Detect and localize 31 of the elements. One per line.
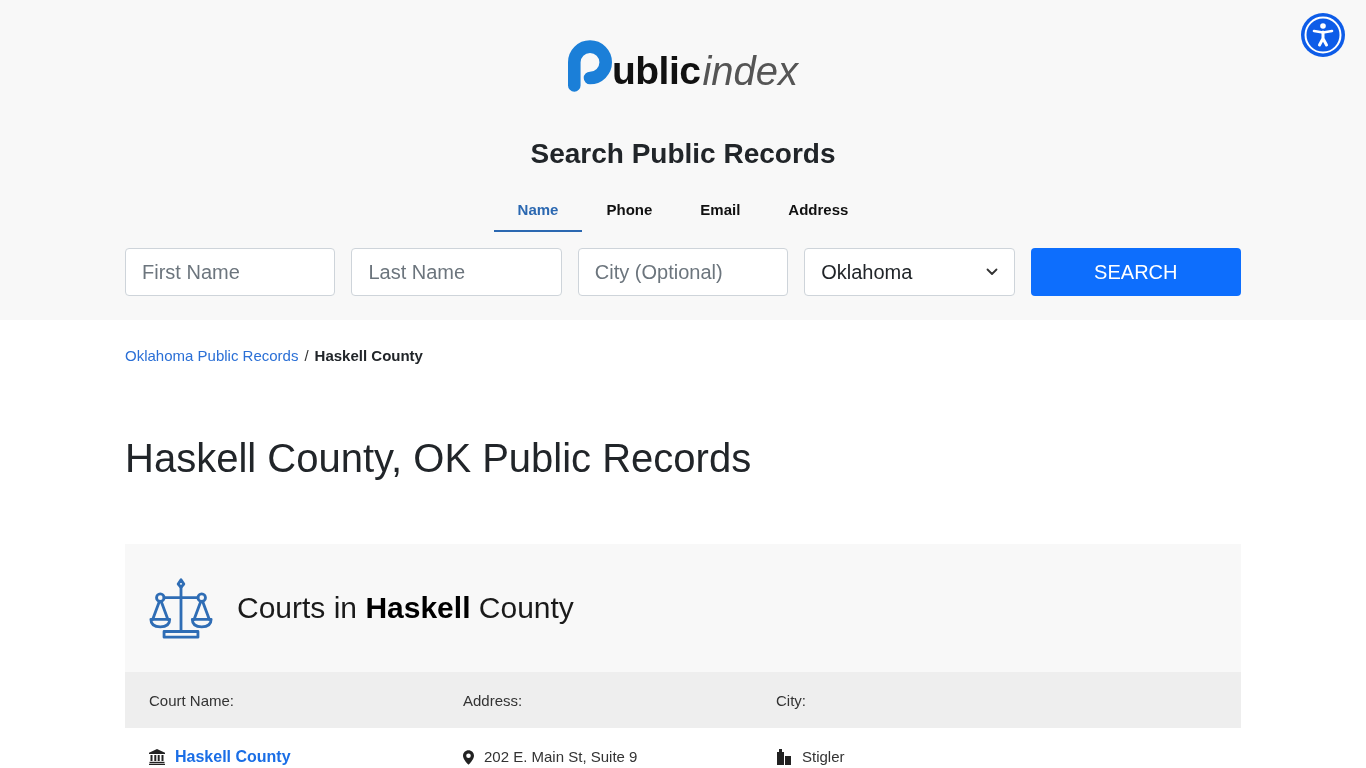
breadcrumb-current: Haskell County xyxy=(314,346,423,366)
buildings-icon xyxy=(776,749,792,765)
search-button[interactable]: SEARCH xyxy=(1030,248,1241,296)
text-field[interactable]: Last Name xyxy=(351,248,562,296)
city-text: Stigler xyxy=(802,747,845,767)
court-name-link[interactable]: Haskell County xyxy=(175,746,291,767)
logo-text: index xyxy=(702,51,799,92)
column-header: Address: xyxy=(463,691,523,709)
column-header: City: xyxy=(776,691,806,709)
search-tab[interactable]: Name xyxy=(493,190,583,232)
address-text: 202 E. Main St, Suite 9 xyxy=(484,747,638,767)
accessibility-icon xyxy=(1301,13,1345,57)
search-tab[interactable]: Email xyxy=(676,190,765,232)
chevron-down-icon xyxy=(985,268,998,276)
search-tab[interactable]: Address xyxy=(764,190,873,232)
map-pin-icon xyxy=(463,749,474,765)
courthouse-icon xyxy=(149,748,165,765)
state-select[interactable]: Oklahoma xyxy=(804,248,1015,296)
text-field[interactable]: City (Optional) xyxy=(577,248,789,296)
logo-text: ublic xyxy=(611,51,701,92)
logo-mark-icon xyxy=(567,40,612,92)
section-heading: Courts in Haskell County xyxy=(237,591,574,625)
breadcrumb-link[interactable]: Oklahoma Public Records xyxy=(125,346,299,366)
breadcrumb-separator: / xyxy=(304,346,309,366)
scales-icon xyxy=(149,576,213,640)
column-header: Court Name: xyxy=(149,691,235,709)
accessibility-button[interactable] xyxy=(1301,13,1345,57)
text-field[interactable]: First Name xyxy=(125,248,336,296)
search-title: Search Public Records xyxy=(530,137,836,171)
page-title: Haskell County, OK Public Records xyxy=(125,435,752,482)
search-tab[interactable]: Phone xyxy=(582,190,677,232)
